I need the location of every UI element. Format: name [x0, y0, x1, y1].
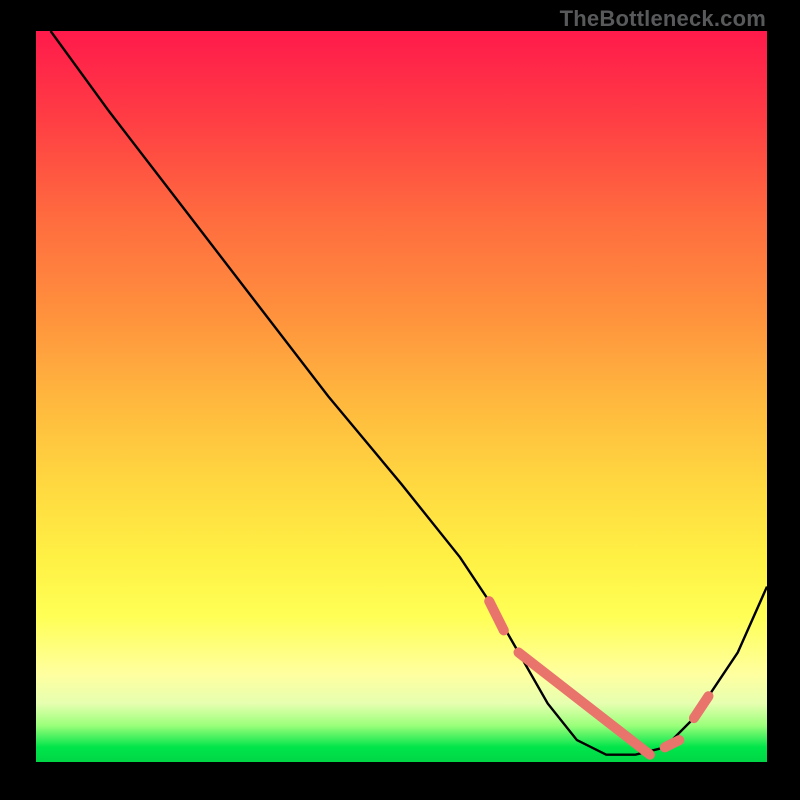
attribution-text: TheBottleneck.com	[560, 6, 766, 32]
plot-area	[36, 31, 767, 762]
highlight-segment	[665, 740, 680, 747]
highlight-group	[489, 601, 708, 755]
highlight-segment	[489, 601, 504, 630]
curve-overlay	[36, 31, 767, 762]
main-curve-path	[51, 31, 767, 755]
chart-frame: TheBottleneck.com	[0, 0, 800, 800]
highlight-segment	[519, 652, 651, 754]
highlight-segment	[694, 696, 709, 718]
